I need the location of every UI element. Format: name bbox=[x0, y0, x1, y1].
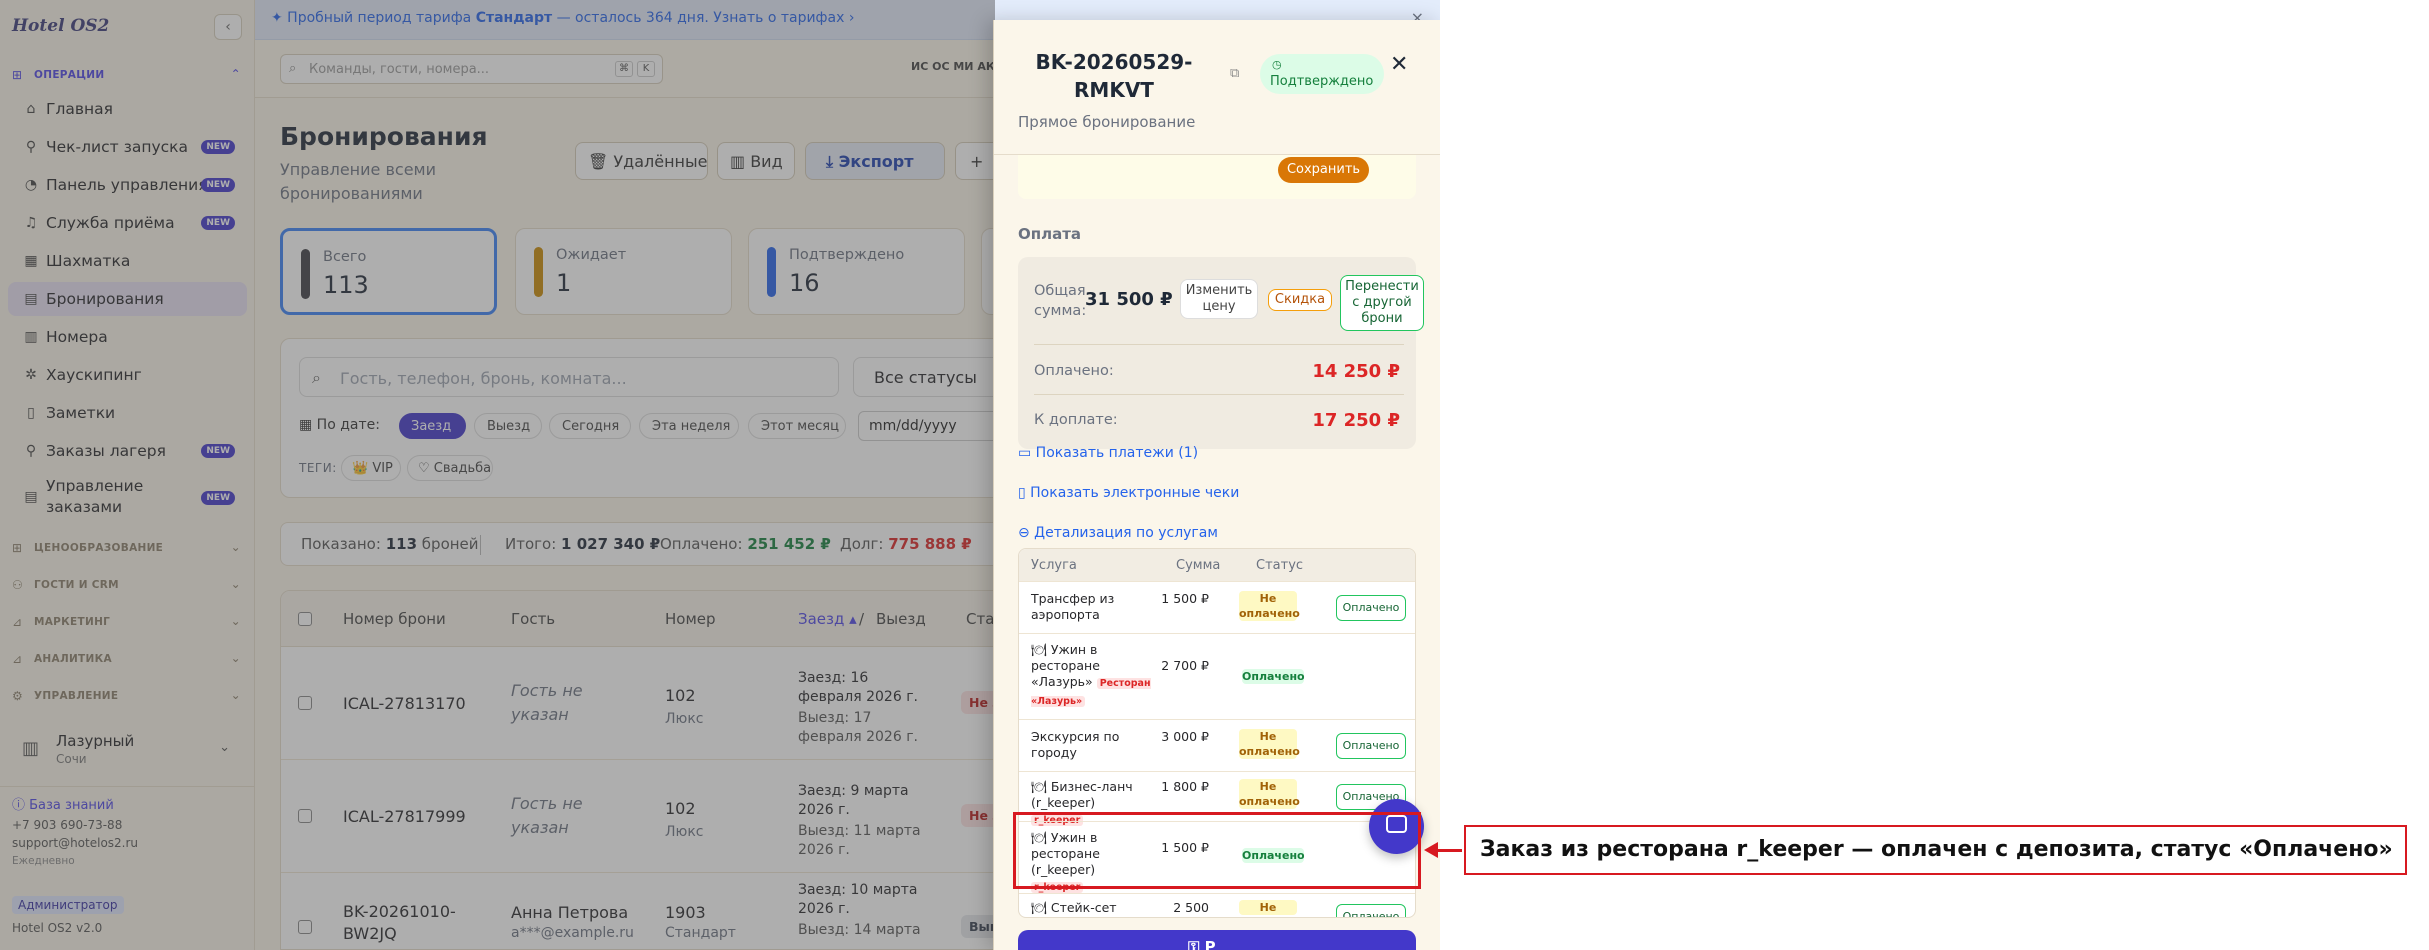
service-row: 🍽 Стейк-сет 2 500 Не Оплачено bbox=[1019, 893, 1415, 917]
panel-header: BK-20260529-RMKVT ⧉ ◷ Подтверждено ✕ Пря… bbox=[994, 20, 1440, 155]
save-button[interactable]: Сохранить bbox=[1278, 157, 1369, 183]
divider bbox=[1034, 394, 1404, 395]
due-value: 17 250 ₽ bbox=[1312, 410, 1400, 431]
transfer-button[interactable]: Перенести с другой брони bbox=[1340, 275, 1424, 331]
service-amount: 1 800 ₽ bbox=[1161, 779, 1209, 794]
service-name-text: 🍽 Бизнес-ланч (r_keeper) bbox=[1031, 779, 1133, 810]
service-name-text: 🍽 Ужин в ресторане «Лазурь» bbox=[1031, 642, 1100, 689]
mark-paid-button[interactable]: Оплачено bbox=[1336, 904, 1406, 917]
unpaid-badge: Не оплачено bbox=[1239, 729, 1300, 759]
service-name: Трансфер из аэропорта bbox=[1031, 591, 1115, 622]
arrow-left-icon bbox=[1424, 842, 1438, 858]
total-value: 31 500 ₽ bbox=[1085, 289, 1173, 310]
check-circle-icon: ◷ bbox=[1272, 58, 1282, 71]
status-badge: ◷ Подтверждено bbox=[1260, 54, 1384, 94]
payment-card: Общая сумма: 31 500 ₽ Изменить цену Скид… bbox=[1018, 257, 1424, 449]
service-name: Экскурсия по городу bbox=[1031, 729, 1120, 760]
header-service: Услуга bbox=[1031, 558, 1077, 573]
app-window: Hotel OS2 ‹ ⊞ Операции ⌃ ⌂ Главная ⚲ Чек… bbox=[0, 0, 1440, 950]
paid-label: Оплачено: bbox=[1034, 363, 1114, 379]
service-row: Экскурсия по городу 3 000 ₽ Не оплачено … bbox=[1019, 719, 1415, 771]
paid-badge: Оплачено bbox=[1242, 669, 1305, 684]
panel-primary-button[interactable]: ⚿ Р bbox=[1018, 930, 1416, 950]
service-amount: 3 000 ₽ bbox=[1161, 729, 1209, 744]
divider bbox=[1034, 344, 1404, 345]
service-amount: 2 500 bbox=[1173, 900, 1209, 915]
close-button[interactable]: ✕ bbox=[1390, 52, 1408, 77]
annotation-text: Заказ из ресторана r_keeper — оплачен с … bbox=[1480, 837, 2393, 862]
service-name: 🍽 Стейк-сет bbox=[1031, 900, 1117, 915]
unpaid-badge: Не оплачено bbox=[1239, 779, 1300, 809]
services-header: Услуга Сумма Статус bbox=[1019, 549, 1415, 581]
due-label: К доплате: bbox=[1034, 412, 1118, 428]
button-label: ⚿ Р bbox=[1188, 938, 1216, 950]
mark-paid-button[interactable]: Оплачено bbox=[1336, 595, 1406, 621]
paid-value: 14 250 ₽ bbox=[1312, 361, 1400, 382]
payment-title: Оплата bbox=[1018, 225, 1082, 243]
service-row: Трансфер из аэропорта 1 500 ₽ Не оплачен… bbox=[1019, 581, 1415, 633]
service-row: 🍽 Ужин в ресторане «Лазурь» Ресторан «Ла… bbox=[1019, 633, 1415, 719]
header-status: Статус bbox=[1256, 558, 1304, 573]
unpaid-badge: Не оплачено bbox=[1239, 591, 1300, 621]
annotation-arrow bbox=[1436, 849, 1462, 852]
copy-icon[interactable]: ⧉ bbox=[1230, 66, 1239, 81]
show-receipts-link[interactable]: ▯ Показать электронные чеки bbox=[1018, 485, 1239, 501]
highlight-box bbox=[1013, 812, 1421, 889]
services-breakdown-toggle[interactable]: ⊖ Детализация по услугам bbox=[1018, 525, 1218, 541]
booking-source: Прямое бронирование bbox=[1018, 113, 1196, 131]
change-price-button[interactable]: Изменить цену bbox=[1180, 279, 1258, 319]
service-amount: 2 700 ₽ bbox=[1161, 658, 1209, 673]
annotation-callout: Заказ из ресторана r_keeper — оплачен с … bbox=[1464, 825, 2407, 875]
service-name: 🍽 Ужин в ресторане «Лазурь» Ресторан «Ла… bbox=[1031, 642, 1151, 710]
service-amount: 1 500 ₽ bbox=[1161, 591, 1209, 606]
show-payments-link[interactable]: ▭ Показать платежи (1) bbox=[1018, 445, 1198, 461]
discount-button[interactable]: Скидка bbox=[1268, 289, 1332, 311]
header-amount: Сумма bbox=[1176, 558, 1221, 573]
status-label: Подтверждено bbox=[1270, 74, 1374, 89]
mark-paid-button[interactable]: Оплачено bbox=[1336, 733, 1406, 759]
modal-overlay[interactable] bbox=[0, 0, 995, 950]
unpaid-badge: Не bbox=[1239, 900, 1297, 915]
booking-id: BK-20260529-RMKVT bbox=[1035, 50, 1193, 102]
